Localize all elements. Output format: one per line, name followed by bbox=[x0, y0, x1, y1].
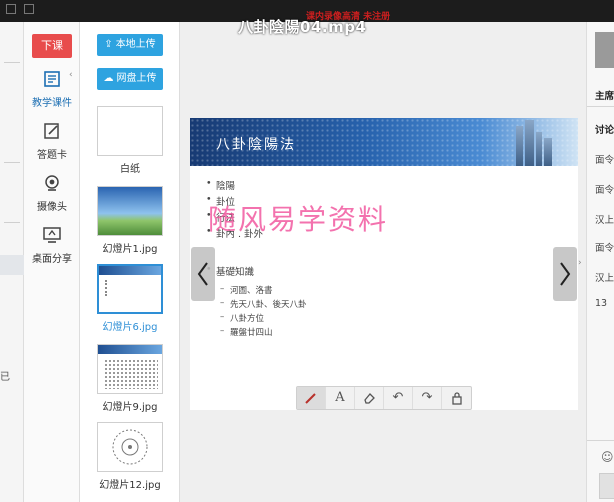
emoji-icon[interactable]: ☺ bbox=[601, 450, 614, 464]
tool-courseware[interactable]: 教学课件 bbox=[24, 70, 80, 110]
thumb-banner bbox=[98, 345, 162, 354]
local-upload-button[interactable]: ⇪ 本地上传 bbox=[97, 34, 163, 56]
tool-desktop-share[interactable]: 桌面分享 bbox=[24, 226, 80, 266]
text-tool-button[interactable]: A bbox=[326, 387, 355, 409]
slide-thumbnail-image bbox=[97, 186, 163, 236]
lock-tool-button[interactable] bbox=[442, 387, 471, 409]
thumbnail-item[interactable]: 白纸 bbox=[97, 106, 163, 175]
lock-icon bbox=[451, 392, 462, 405]
building-graphic bbox=[536, 132, 542, 166]
host-avatar bbox=[595, 32, 614, 68]
pen-tool-button[interactable] bbox=[297, 387, 326, 409]
thumbnail-caption: 幻燈片9.jpg bbox=[102, 402, 158, 413]
cloud-upload-button[interactable]: ☁ 网盘上传 bbox=[97, 68, 163, 90]
tool-label: 摄像头 bbox=[37, 202, 67, 213]
selected-contact[interactable] bbox=[0, 255, 24, 275]
button-label: 本地上传 bbox=[115, 39, 156, 50]
text-tool-icon: A bbox=[335, 390, 345, 405]
redo-tool-button[interactable]: ↷ bbox=[413, 387, 442, 409]
building-graphic bbox=[516, 126, 523, 166]
collapse-right-icon[interactable]: › bbox=[578, 258, 582, 268]
building-graphic bbox=[525, 120, 534, 166]
chat-line: 13 bbox=[595, 298, 608, 309]
chat-line: 面令 bbox=[595, 243, 614, 254]
drawing-toolbar: A ↶ ↷ bbox=[296, 386, 472, 410]
tool-label: 教学课件 bbox=[32, 98, 72, 109]
video-title: 八卦陰陽04.mp4 bbox=[238, 18, 367, 36]
slide-sub-item: 河圖、洛書 bbox=[220, 284, 307, 298]
courseware-icon bbox=[42, 70, 62, 88]
slide-banner: 八卦陰陽法 bbox=[190, 118, 578, 166]
divider bbox=[4, 222, 20, 223]
slide-thumbnail-image bbox=[97, 344, 163, 394]
cloud-upload-icon: ☁ bbox=[103, 73, 114, 84]
slide-thumbnail-image bbox=[97, 264, 163, 314]
thumbnail-item[interactable]: 幻燈片9.jpg bbox=[97, 344, 163, 413]
previous-slide-button[interactable] bbox=[191, 247, 215, 301]
window-close-icon[interactable] bbox=[6, 4, 16, 14]
contact-strip: 已 bbox=[0, 22, 24, 502]
next-slide-button[interactable] bbox=[553, 247, 577, 301]
blank-page-thumbnail bbox=[97, 106, 163, 156]
chat-line: 面令 bbox=[595, 185, 614, 196]
thumbnail-item[interactable]: 幻燈片12.jpg bbox=[97, 422, 163, 491]
thumb-text bbox=[105, 280, 133, 296]
building-graphic bbox=[544, 138, 552, 166]
slide-sub-item: 八卦方位 bbox=[220, 312, 307, 326]
strip-tail-text: 已 bbox=[0, 372, 10, 383]
divider bbox=[4, 62, 20, 63]
slide-sub-item: 羅盤廿四山 bbox=[220, 326, 307, 340]
chat-panel: 主席 讨论 面令 面令 汉上 面令 汉上 13 ☺ bbox=[586, 22, 614, 502]
thumb-banner bbox=[99, 266, 161, 275]
slide-sub-list: 河圖、洛書 先天八卦、後天八卦 八卦方位 羅盤廿四山 bbox=[220, 284, 307, 340]
answer-card-icon bbox=[42, 122, 62, 140]
divider bbox=[587, 440, 614, 441]
button-label: 网盘上传 bbox=[116, 73, 157, 84]
undo-icon: ↶ bbox=[392, 390, 404, 405]
slide-bullet: 陰陽 bbox=[206, 178, 263, 194]
slide-thumbnail-image bbox=[97, 422, 163, 472]
undo-tool-button[interactable]: ↶ bbox=[384, 387, 413, 409]
tool-camera[interactable]: 摄像头 bbox=[24, 174, 80, 214]
tool-label: 桌面分享 bbox=[32, 254, 72, 265]
slide-stage: 八卦陰陽法 陰陽 卦位 行法 卦內 . 卦外 基礎知識 河圖、洛書 先天八卦、後… bbox=[180, 22, 586, 502]
current-slide: 八卦陰陽法 陰陽 卦位 行法 卦內 . 卦外 基礎知識 河圖、洛書 先天八卦、後… bbox=[190, 118, 578, 410]
redo-icon: ↷ bbox=[421, 390, 433, 405]
thumbnail-caption: 幻燈片1.jpg bbox=[102, 244, 158, 255]
discussion-tab[interactable]: 讨论 bbox=[595, 122, 614, 136]
slide-section-heading: 基礎知識 bbox=[206, 264, 263, 280]
slide-sub-item: 先天八卦、後天八卦 bbox=[220, 298, 306, 312]
thumbnail-item-selected[interactable]: 幻燈片6.jpg bbox=[97, 264, 163, 333]
camera-icon bbox=[42, 174, 62, 192]
slide-thumbnail-panel: ⇪ 本地上传 ☁ 网盘上传 白纸 幻燈片1.jpg 幻燈片6.jpg 幻燈片9.jp… bbox=[80, 22, 259, 502]
desktop-share-icon bbox=[42, 226, 62, 244]
chevron-right-icon bbox=[560, 262, 571, 286]
watermark-text: 随风易学资料 bbox=[208, 203, 389, 236]
divider bbox=[587, 106, 614, 107]
thumbnail-caption: 白纸 bbox=[120, 164, 140, 175]
chevron-left-icon bbox=[197, 262, 208, 286]
thumb-table bbox=[104, 359, 158, 389]
thumbnail-caption: 幻燈片6.jpg bbox=[102, 322, 158, 333]
chat-line: 面令 bbox=[595, 155, 614, 166]
tool-answer-card[interactable]: 答题卡 bbox=[24, 122, 80, 162]
slide-title: 八卦陰陽法 bbox=[216, 137, 296, 153]
classroom-toolbar: 下课 ‹ 教学课件 答题卡 摄像头 桌面分享 bbox=[24, 22, 80, 502]
end-class-button[interactable]: 下课 bbox=[32, 34, 72, 58]
pen-icon bbox=[305, 393, 316, 404]
eraser-icon bbox=[364, 393, 375, 404]
window-restore-icon[interactable] bbox=[24, 4, 34, 14]
send-button[interactable] bbox=[599, 473, 614, 499]
thumbnail-caption: 幻燈片12.jpg bbox=[99, 480, 161, 491]
chat-line: 汉上 bbox=[595, 273, 614, 284]
chat-line: 汉上 bbox=[595, 215, 614, 226]
host-label: 主席 bbox=[595, 91, 614, 102]
thumbnail-item[interactable]: 幻燈片1.jpg bbox=[97, 186, 163, 255]
upload-icon: ⇪ bbox=[104, 39, 113, 50]
divider bbox=[4, 162, 20, 163]
tool-label: 答题卡 bbox=[37, 150, 67, 161]
eraser-tool-button[interactable] bbox=[355, 387, 384, 409]
